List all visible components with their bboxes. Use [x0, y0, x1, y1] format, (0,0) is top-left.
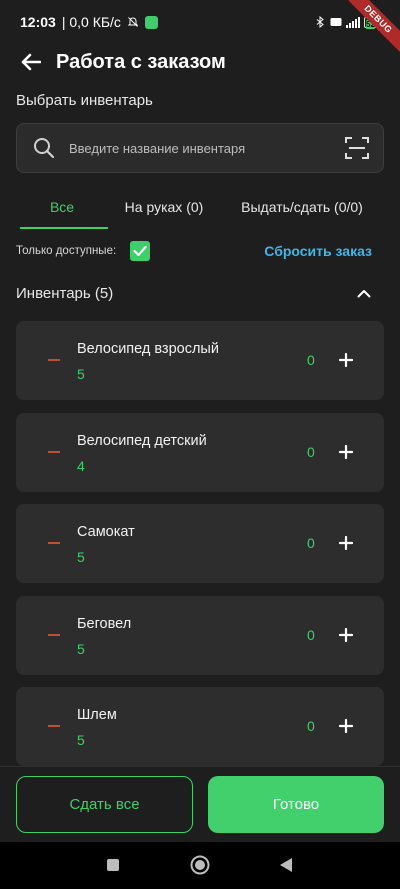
bluetooth-icon — [316, 16, 324, 28]
decrease-button[interactable] — [48, 450, 62, 454]
item-count: 0 — [307, 535, 315, 551]
item-available: 5 — [77, 549, 85, 565]
search-icon — [34, 138, 55, 159]
minus-icon — [48, 542, 60, 544]
tabs: Все На руках (0) Выдать/сдать (0/0) — [16, 185, 384, 229]
increase-button[interactable] — [336, 350, 356, 370]
back-nav-button[interactable] — [275, 854, 297, 876]
search-box — [16, 123, 384, 173]
inventory-item: Самокат 5 0 — [16, 504, 384, 583]
item-count: 0 — [307, 626, 315, 643]
status-time: 12:03 — [20, 14, 56, 30]
inventory-item: Велосипед детский 4 0 — [16, 412, 384, 492]
item-available: 5 — [77, 366, 85, 382]
return-all-button[interactable]: Сдать все — [16, 776, 193, 833]
item-name: Велосипед детский — [77, 432, 207, 449]
increase-button[interactable] — [336, 716, 356, 736]
volte-icon — [330, 18, 342, 26]
home-button[interactable] — [189, 854, 211, 876]
plus-icon — [339, 719, 353, 733]
minus-icon — [48, 450, 60, 453]
notifications-off-icon — [127, 17, 139, 27]
arrow-left-icon — [21, 53, 41, 71]
tab-all[interactable]: Все — [16, 185, 108, 229]
inventory-header: Инвентарь (5) — [16, 281, 384, 305]
bottom-actions: Сдать все Готово — [0, 766, 400, 842]
app-bar: Работа с заказом — [0, 44, 400, 80]
select-inventory-label: Выбрать инвентарь — [16, 92, 153, 109]
home-circle-icon — [190, 855, 210, 875]
scan-button[interactable] — [343, 134, 371, 162]
item-available: 4 — [77, 457, 85, 474]
mobile-signal-4g-icon — [346, 16, 360, 28]
item-available: 5 — [77, 640, 85, 657]
chevron-up-icon — [357, 289, 371, 297]
triangle-back-icon — [280, 858, 292, 872]
item-count: 0 — [307, 718, 315, 734]
inventory-list: Велосипед взрослый 5 0 Велосипед детский… — [16, 321, 384, 779]
plus-icon — [339, 444, 353, 459]
increase-button[interactable] — [336, 533, 356, 553]
increase-button[interactable] — [336, 625, 356, 645]
done-button[interactable]: Готово — [208, 776, 384, 833]
increase-button[interactable] — [336, 442, 356, 462]
back-button[interactable] — [18, 49, 44, 75]
recents-button[interactable] — [102, 854, 124, 876]
filter-row: Только доступные: Сбросить заказ — [16, 238, 384, 264]
barcode-scan-icon — [345, 137, 369, 159]
item-name: Самокат — [77, 524, 135, 540]
square-icon — [107, 859, 119, 871]
minus-icon — [48, 633, 60, 636]
plus-icon — [339, 627, 353, 642]
only-available-checkbox[interactable] — [130, 241, 151, 261]
item-name: Беговел — [77, 615, 132, 632]
item-name: Велосипед взрослый — [77, 341, 219, 357]
search-input[interactable] — [69, 140, 343, 156]
decrease-button[interactable] — [48, 542, 62, 545]
item-name: Шлем — [77, 707, 117, 723]
app-notification-icon — [144, 15, 158, 29]
decrease-button[interactable] — [48, 633, 62, 637]
decrease-button[interactable] — [48, 725, 62, 728]
inventory-item: Беговел 5 0 — [16, 595, 384, 675]
only-available-label: Только доступные: — [16, 245, 117, 257]
collapse-button[interactable] — [356, 285, 372, 301]
reset-order-button[interactable]: Сбросить заказ — [264, 243, 372, 259]
inventory-item: Велосипед взрослый 5 0 — [16, 321, 384, 400]
checkmark-icon — [133, 245, 147, 257]
status-bar: 12:03 | 0,0 КБ/с 52 — [0, 0, 400, 44]
minus-icon — [48, 359, 60, 361]
item-count: 0 — [307, 352, 315, 368]
minus-icon — [48, 725, 60, 727]
item-available: 5 — [77, 732, 85, 748]
tab-on-hands[interactable]: На руках (0) — [108, 185, 220, 229]
tab-issue-return[interactable]: Выдать/сдать (0/0) — [220, 185, 384, 229]
inventory-title: Инвентарь (5) — [16, 284, 114, 302]
system-nav-bar — [0, 842, 400, 889]
decrease-button[interactable] — [48, 359, 62, 362]
page-title: Работа с заказом — [56, 50, 226, 73]
item-count: 0 — [307, 443, 315, 460]
status-network-speed: | 0,0 КБ/с — [61, 14, 121, 30]
plus-icon — [339, 536, 353, 550]
plus-icon — [339, 353, 353, 367]
inventory-item: Шлем 5 0 — [16, 687, 384, 766]
